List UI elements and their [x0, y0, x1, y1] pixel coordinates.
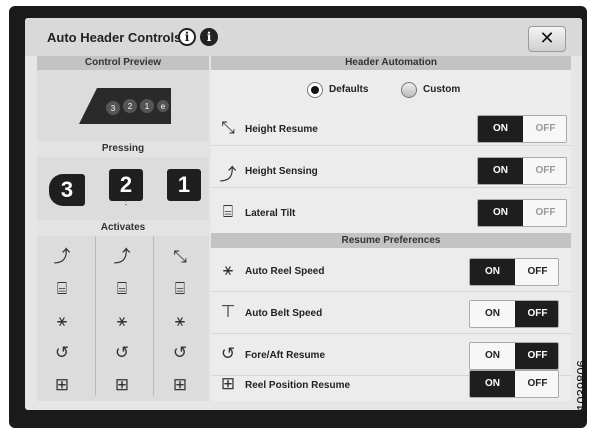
- reel-position-resume-row: ⊞ Reel Position Resume ON OFF: [211, 368, 571, 401]
- on-option[interactable]: ON: [470, 371, 515, 397]
- height-sensing-icon: ⤴: [219, 165, 237, 184]
- setting-label: Auto Reel Speed: [245, 266, 325, 277]
- activates-column-2: ⤴ ⌸ ⚹ ↺ ⊞: [107, 241, 137, 401]
- column-divider: [95, 236, 96, 396]
- setting-label: Auto Belt Speed: [245, 308, 323, 319]
- off-option[interactable]: OFF: [515, 301, 558, 327]
- fore-aft-resume-icon: ↺: [220, 344, 236, 363]
- lateral-tilt-toggle[interactable]: ON OFF: [477, 199, 567, 227]
- fore-aft-resume-icon: ↺: [54, 343, 70, 362]
- mode-selector: Defaults Custom: [211, 78, 571, 104]
- reel-position-resume-icon: ⊞: [220, 374, 236, 393]
- setting-label: Reel Position Resume: [245, 380, 351, 391]
- auto-belt-speed-row: ⊤ Auto Belt Speed ON OFF: [211, 296, 571, 334]
- custom-radio[interactable]: [401, 82, 417, 98]
- pressing-button-3: 3: [49, 174, 85, 206]
- defaults-label[interactable]: Defaults: [329, 84, 368, 95]
- off-option[interactable]: OFF: [515, 259, 558, 285]
- separator-dots: ⋮: [121, 196, 131, 207]
- off-option[interactable]: OFF: [523, 116, 566, 142]
- preview-button-1: 1: [145, 102, 150, 111]
- height-sensing-icon: ⤴: [113, 247, 131, 266]
- pressing-header: Pressing: [37, 141, 209, 157]
- auto-reel-speed-toggle[interactable]: ON OFF: [469, 258, 559, 286]
- height-resume-toggle[interactable]: ON OFF: [477, 115, 567, 143]
- reel-position-resume-toggle[interactable]: ON OFF: [469, 370, 559, 398]
- pressing-button-1: 1: [167, 169, 201, 201]
- preview-button-2: 2: [128, 102, 133, 111]
- reel-position-resume-icon: ⊞: [114, 375, 130, 394]
- on-option[interactable]: ON: [470, 301, 515, 327]
- figure-id-text: 1039806: [573, 360, 589, 411]
- info-outline-icon[interactable]: i: [178, 28, 196, 46]
- control-preview-handle: 3 2 1 e: [79, 88, 171, 124]
- header-automation-header: Header Automation: [211, 56, 571, 70]
- control-preview-header: Control Preview: [37, 56, 209, 70]
- auto-reel-speed-icon: ⚹: [56, 311, 68, 330]
- on-option[interactable]: ON: [470, 259, 515, 285]
- lateral-tilt-icon: ⌸: [174, 279, 186, 298]
- resume-preferences-header: Resume Preferences: [211, 233, 571, 248]
- setting-label: Height Sensing: [245, 166, 318, 177]
- figure-id: 1039806: [574, 340, 610, 430]
- auto-belt-speed-toggle[interactable]: ON OFF: [469, 300, 559, 328]
- reel-position-resume-icon: ⊞: [172, 375, 188, 394]
- window-title: Auto Header Controls: [47, 30, 182, 45]
- fore-aft-resume-toggle[interactable]: ON OFF: [469, 342, 559, 370]
- auto-reel-speed-icon: ⚹: [174, 311, 186, 330]
- screen: Auto Header Controls i i ✕ Control Previ…: [25, 18, 582, 410]
- height-resume-icon: ⤡: [173, 247, 187, 266]
- auto-belt-speed-icon: ⊤: [220, 302, 236, 321]
- height-resume-icon: ⤡: [221, 118, 235, 137]
- on-option[interactable]: ON: [478, 158, 523, 184]
- right-panel: Header Automation Defaults Custom ⤡ Heig…: [211, 56, 571, 401]
- lateral-tilt-icon: ⌸: [222, 202, 234, 221]
- off-option[interactable]: OFF: [523, 158, 566, 184]
- preview-button-3: 3: [111, 104, 116, 113]
- custom-label[interactable]: Custom: [423, 84, 460, 95]
- auto-reel-speed-icon: ⚹: [116, 311, 128, 330]
- lateral-tilt-icon: ⌸: [116, 279, 128, 298]
- height-resume-row: ⤡ Height Resume ON OFF: [211, 112, 571, 146]
- close-button[interactable]: ✕: [528, 26, 566, 52]
- setting-label: Fore/Aft Resume: [245, 350, 326, 361]
- activates-column-3: ⤴ ⌸ ⚹ ↺ ⊞: [47, 241, 77, 401]
- fore-aft-resume-icon: ↺: [114, 343, 130, 362]
- off-option[interactable]: OFF: [515, 343, 558, 369]
- lateral-tilt-icon: ⌸: [56, 279, 68, 298]
- off-option[interactable]: OFF: [523, 200, 566, 226]
- height-sensing-toggle[interactable]: ON OFF: [477, 157, 567, 185]
- auto-reel-speed-icon: ⚹: [222, 260, 234, 279]
- setting-label: Height Resume: [245, 124, 318, 135]
- height-sensing-icon: ⤴: [53, 247, 71, 266]
- on-option[interactable]: ON: [478, 200, 523, 226]
- auto-reel-speed-row: ⚹ Auto Reel Speed ON OFF: [211, 254, 571, 292]
- lateral-tilt-row: ⌸ Lateral Tilt ON OFF: [211, 196, 571, 230]
- on-option[interactable]: ON: [470, 343, 515, 369]
- height-sensing-row: ⤴ Height Sensing ON OFF: [211, 154, 571, 188]
- column-divider: [153, 236, 154, 396]
- setting-label: Lateral Tilt: [245, 208, 296, 219]
- defaults-radio[interactable]: [307, 82, 323, 98]
- activates-column-1: ⤡ ⌸ ⚹ ↺ ⊞: [165, 241, 195, 401]
- activates-header: Activates: [37, 220, 209, 236]
- preview-button-e: e: [161, 102, 166, 111]
- off-option[interactable]: OFF: [515, 371, 558, 397]
- info-filled-icon[interactable]: i: [200, 28, 218, 46]
- left-panel: Control Preview 3 2 1 e Pressing 3 2 1 ⋮…: [37, 56, 209, 401]
- reel-position-resume-icon: ⊞: [54, 375, 70, 394]
- title-bar: Auto Header Controls i i ✕: [25, 18, 582, 56]
- fore-aft-resume-icon: ↺: [172, 343, 188, 362]
- on-option[interactable]: ON: [478, 116, 523, 142]
